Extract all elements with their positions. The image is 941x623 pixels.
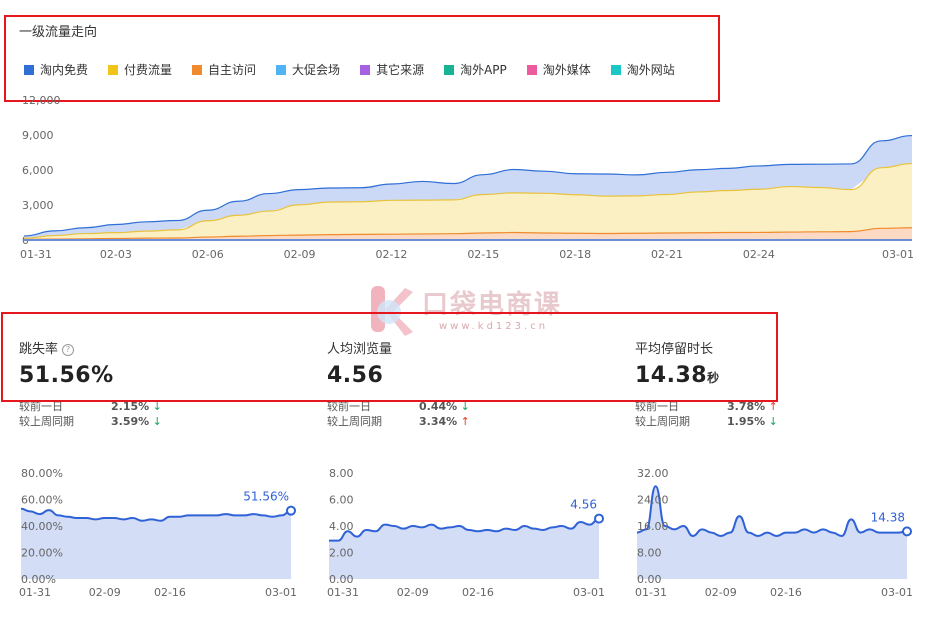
x-tick-label: 01-31 (20, 248, 52, 261)
y-tick-label: 0.00 (637, 573, 662, 586)
compare-label: 较上周同期 (327, 415, 382, 428)
avg-pageviews-chart: 0.00 2.00 4.00 6.00 8.00 4.56 01-31 02-09 02-16 0… (327, 467, 605, 599)
x-tick-label: 02-15 (467, 248, 499, 261)
y-tick-label: 12,000 (22, 94, 61, 107)
y-tick-label: 2.00 (329, 547, 354, 560)
x-tick-label: 03-01 (265, 586, 297, 599)
bounce-rate-chart: 0.00% 20.00% 40.00% 60.00% 80.00% 51.56% 01-31… (19, 467, 297, 599)
x-tick-label: 02-12 (375, 248, 407, 261)
x-tick-label: 02-09 (397, 586, 429, 599)
y-tick-label: 16.00 (637, 520, 669, 533)
arrow-down-icon: ↓ (768, 415, 778, 428)
arrow-down-icon: ↓ (152, 415, 162, 428)
x-tick-label: 02-16 (770, 586, 802, 599)
sparkline-line (636, 485, 908, 537)
y-tick-label: 9,000 (22, 129, 54, 142)
y-tick-label: 4.00 (329, 520, 354, 533)
y-tick-label: 8.00 (329, 467, 354, 480)
x-tick-label: 01-31 (19, 586, 51, 599)
x-tick-label: 02-16 (154, 586, 186, 599)
y-tick-label: 0.00% (21, 573, 56, 586)
main-traffic-chart: 03,0006,0009,00012,00001-3102-0302-0602-… (20, 94, 914, 261)
x-tick-label: 02-21 (651, 248, 683, 261)
x-tick-label: 03-01 (573, 586, 605, 599)
x-tick-label: 03-01 (881, 586, 913, 599)
end-point-marker (594, 513, 604, 524)
y-tick-label: 80.00% (21, 467, 63, 480)
y-tick-label: 0.00 (329, 573, 354, 586)
avg-stay-time-chart: 0.00 8.00 16.00 24.00 32.00 14.38 01-31 02-09 02… (635, 467, 913, 599)
metrics-highlight-box (1, 312, 778, 402)
compare-value: 3.59% (111, 415, 150, 428)
x-tick-label: 02-24 (743, 248, 775, 261)
y-tick-label: 40.00% (21, 520, 63, 533)
x-tick-label: 02-09 (89, 586, 121, 599)
y-tick-label: 60.00% (21, 494, 63, 507)
x-tick-label: 02-09 (284, 248, 316, 261)
y-tick-label: 6,000 (22, 164, 54, 177)
y-tick-label: 20.00% (21, 547, 63, 560)
end-point-marker (286, 505, 296, 516)
arrow-up-icon: ↑ (460, 415, 470, 428)
x-tick-label: 02-16 (462, 586, 494, 599)
x-tick-label: 02-03 (100, 248, 132, 261)
x-tick-label: 02-18 (559, 248, 591, 261)
x-tick-label: 03-01 (882, 248, 914, 261)
x-tick-label: 02-09 (705, 586, 737, 599)
end-value-label: 14.38 (871, 510, 905, 524)
sparkline-area (637, 486, 907, 579)
end-value-label: 51.56% (243, 490, 289, 504)
x-tick-label: 02-06 (192, 248, 224, 261)
y-tick-label: 24.00 (637, 494, 669, 507)
compare-value: 3.34% (419, 415, 458, 428)
end-value-label: 4.56 (570, 498, 597, 512)
end-point-marker (902, 526, 912, 537)
compare-value: 1.95% (727, 415, 766, 428)
x-tick-label: 01-31 (327, 586, 359, 599)
compare-label: 较上周同期 (19, 415, 74, 428)
y-tick-label: 6.00 (329, 494, 354, 507)
x-tick-label: 01-31 (635, 586, 667, 599)
y-tick-label: 8.00 (637, 547, 662, 560)
compare-label: 较上周同期 (635, 415, 690, 428)
y-tick-label: 3,000 (22, 199, 54, 212)
y-tick-label: 32.00 (637, 467, 669, 480)
